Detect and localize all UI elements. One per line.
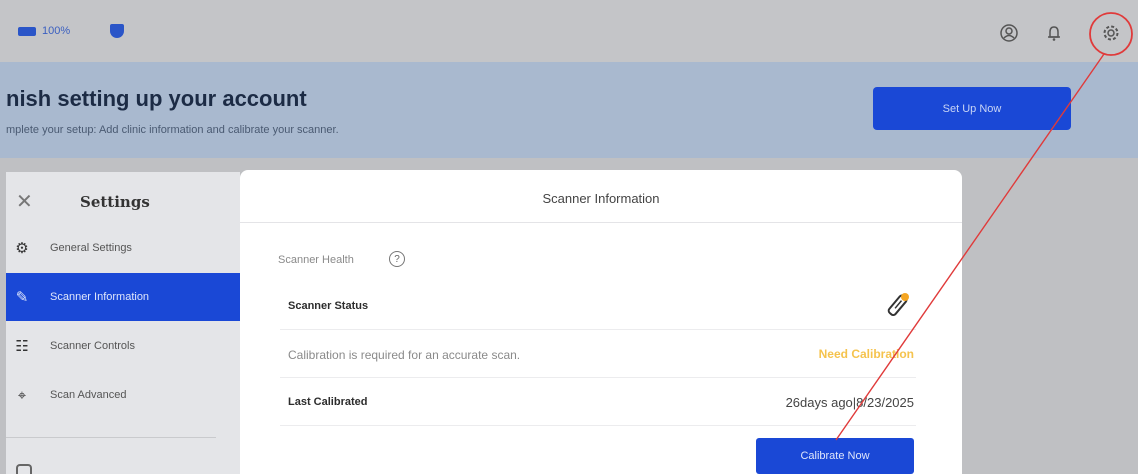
sidebar-item-label: General Settings	[50, 242, 132, 254]
setup-banner: nish setting up your account mplete your…	[0, 62, 1138, 158]
last-calibrated-label: Last Calibrated	[288, 396, 368, 408]
sidebar-item-scanner-controls[interactable]: ☷ Scanner Controls	[6, 322, 240, 370]
settings-sidebar: ✕ Settings ⚙ General Settings ✎ Scanner …	[6, 172, 240, 474]
battery-percentage: 100%	[42, 25, 71, 37]
folder-icon[interactable]	[16, 464, 32, 474]
account-icon[interactable]	[998, 22, 1020, 44]
scanner-status-icon	[887, 293, 909, 317]
last-calibrated-row: Last Calibrated 26days ago|8/23/2025	[280, 378, 916, 426]
sidebar-item-label: Scan Advanced	[50, 389, 127, 401]
top-bar: 100%	[0, 0, 1138, 62]
calibration-message: Calibration is required for an accurate …	[288, 348, 521, 362]
sliders-icon: ☷	[15, 338, 29, 355]
bell-icon[interactable]	[1043, 22, 1065, 44]
set-up-now-button[interactable]: Set Up Now	[873, 87, 1071, 130]
scanner-status-label: Scanner Status	[288, 300, 369, 312]
general-settings-icon: ⚙	[15, 240, 29, 257]
sidebar-item-label: Scanner Controls	[50, 340, 135, 352]
gear-icon[interactable]	[1100, 22, 1122, 44]
scanner-icon: ✎	[15, 289, 29, 306]
sidebar-divider	[6, 437, 216, 438]
title-divider	[240, 222, 962, 223]
banner-subtitle: mplete your setup: Add clinic informatio…	[6, 124, 339, 136]
shield-icon	[110, 24, 124, 38]
calibrate-now-button[interactable]: Calibrate Now	[756, 438, 914, 474]
help-icon[interactable]: ?	[389, 251, 405, 267]
close-icon[interactable]: ✕	[16, 189, 33, 214]
sidebar-item-scan-advanced[interactable]: ⌖ Scan Advanced	[6, 371, 240, 419]
last-calibrated-value: 26days ago|8/23/2025	[785, 395, 914, 410]
sidebar-item-scanner-information[interactable]: ✎ Scanner Information	[6, 273, 240, 321]
need-calibration-status: Need Calibration	[818, 347, 914, 361]
scan-advanced-icon: ⌖	[17, 386, 27, 404]
scanner-information-panel: Scanner Information Scanner Health ? Sca…	[240, 170, 962, 474]
battery-icon	[18, 27, 36, 36]
calibration-required-row: Calibration is required for an accurate …	[280, 330, 916, 378]
sidebar-item-general-settings[interactable]: ⚙ General Settings	[6, 224, 240, 272]
settings-title: Settings	[80, 193, 150, 211]
scanner-health-label: Scanner Health	[278, 254, 354, 266]
panel-title: Scanner Information	[542, 191, 660, 206]
sidebar-item-label: Scanner Information	[50, 291, 150, 303]
banner-title: nish setting up your account	[6, 86, 307, 111]
scanner-status-row: Scanner Status	[280, 282, 916, 330]
